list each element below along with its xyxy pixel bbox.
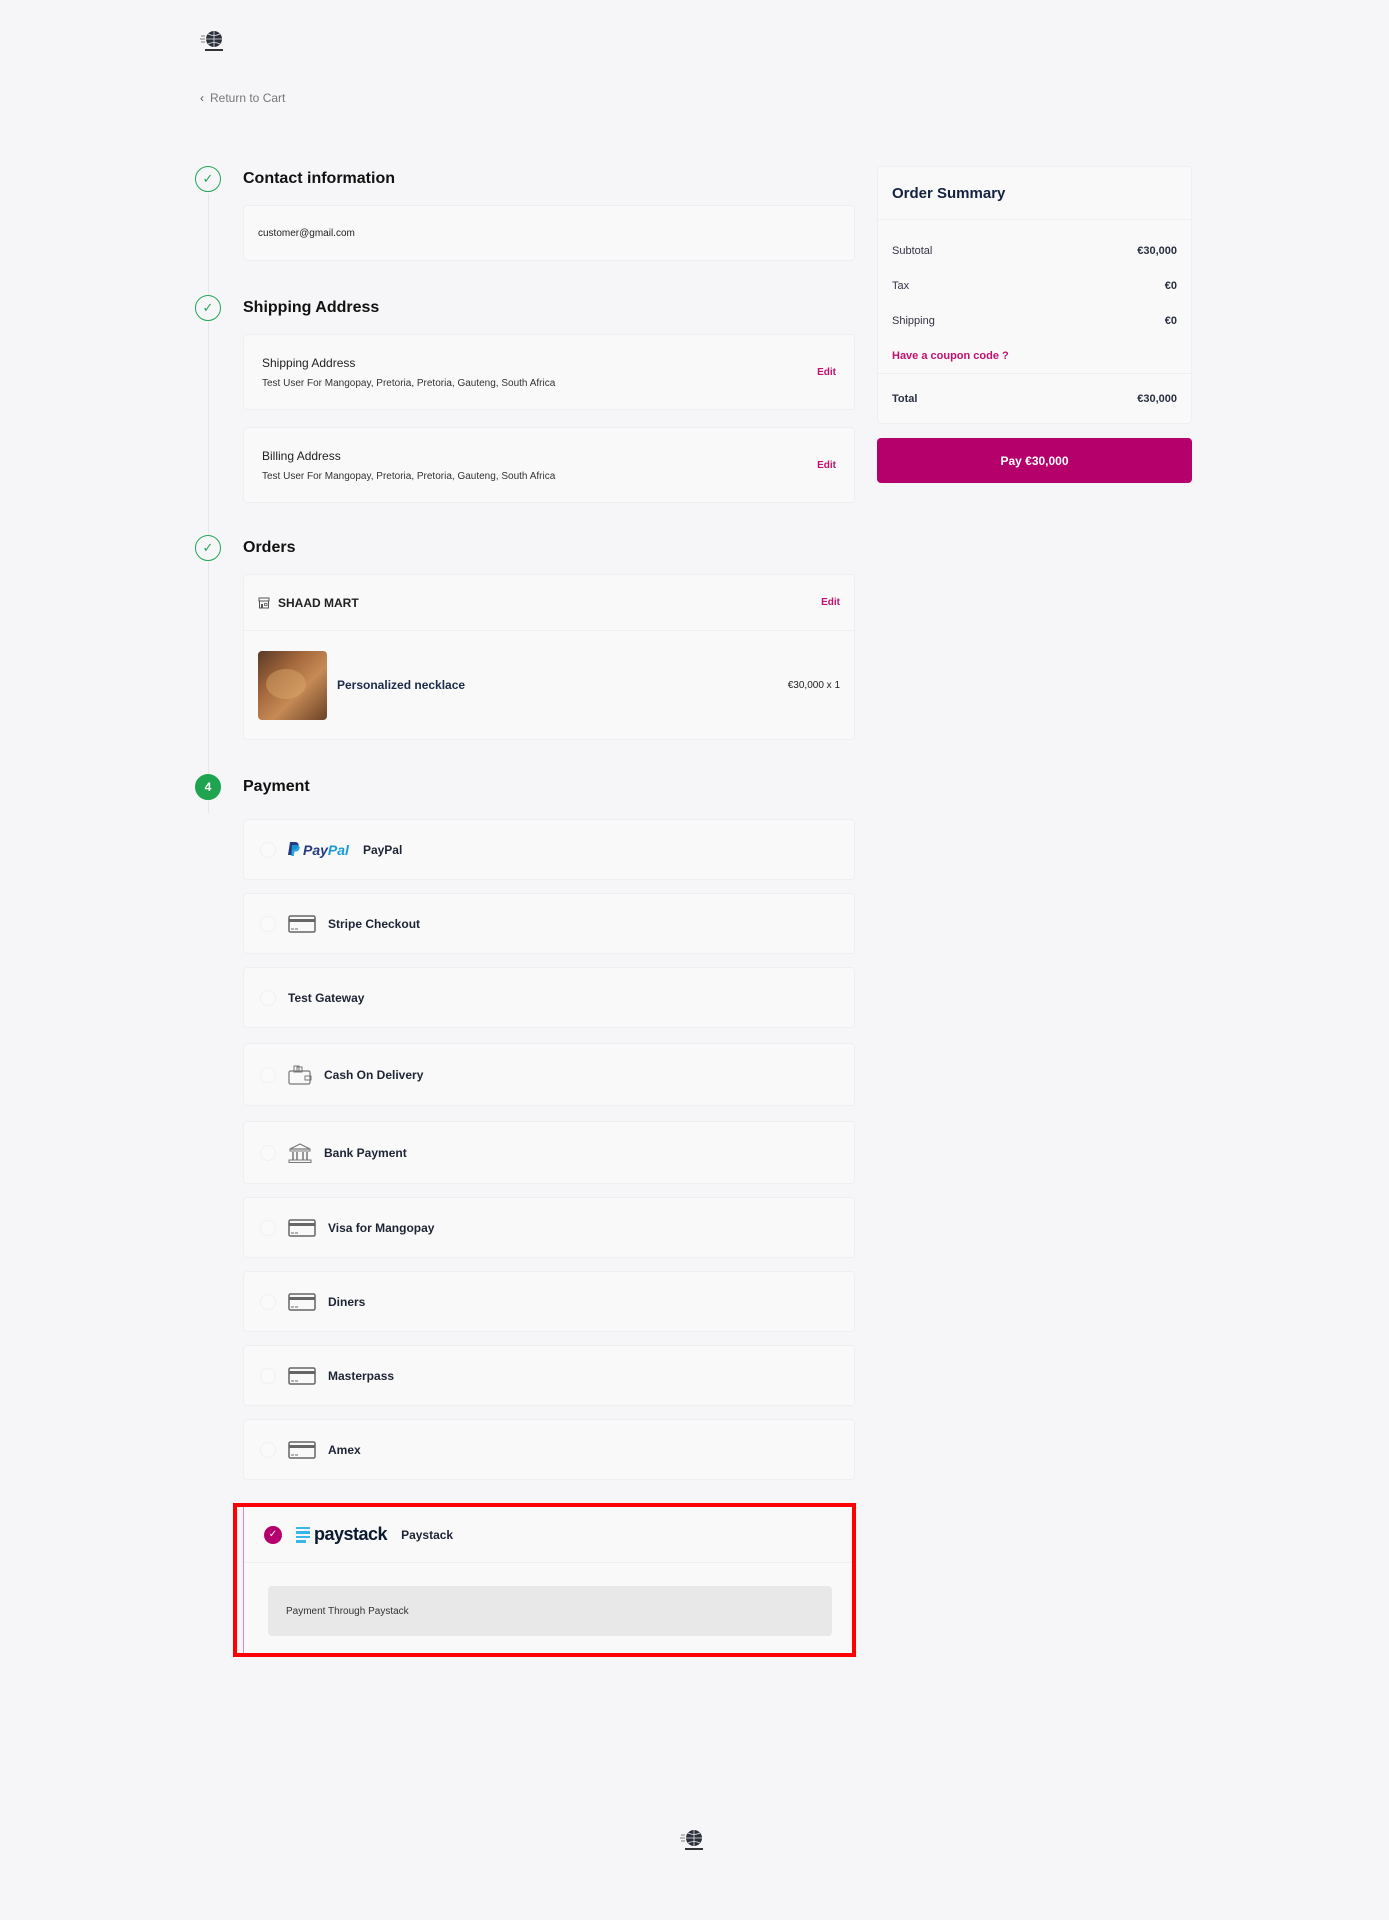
payment-method-masterpass[interactable]: Masterpass	[243, 1345, 855, 1406]
paypal-p-icon	[288, 842, 300, 856]
shipping-row: Shipping €0	[878, 303, 1191, 338]
shipping-address-value: Test User For Mangopay, Pretoria, Pretor…	[262, 377, 556, 389]
product-name[interactable]: Personalized necklace	[337, 678, 465, 692]
payment-method-label: PayPal	[362, 842, 403, 857]
edit-order-button[interactable]: Edit	[821, 597, 840, 608]
payment-method-cash-on-delivery[interactable]: Cash On Delivery	[243, 1043, 855, 1106]
check-circle-icon: ✓	[195, 166, 221, 192]
credit-card-icon	[288, 1440, 316, 1459]
tax-value: €0	[1164, 279, 1177, 292]
checkout-steps: ✓ Contact information customer@gmail.com…	[195, 165, 855, 1480]
payment-method-label: Cash On Delivery	[324, 1067, 424, 1082]
billing-address-card: Billing Address Test User For Mangopay, …	[243, 427, 855, 503]
payment-method-bank[interactable]: Bank Payment	[243, 1121, 855, 1184]
step-shipping: ✓ Shipping Address Shipping Address Test…	[195, 294, 855, 503]
payment-method-test-gateway[interactable]: Test Gateway	[243, 967, 855, 1028]
radio-button[interactable]	[260, 915, 276, 932]
step-payment: 4 Payment PayPal PayPal Stripe Checkout	[195, 773, 855, 1480]
paystack-logo: paystack	[296, 1524, 388, 1545]
radio-button[interactable]	[260, 1367, 276, 1384]
checked-radio-icon[interactable]: ✓	[264, 1525, 282, 1544]
radio-button[interactable]	[260, 1066, 276, 1083]
coupon-code-link[interactable]: Have a coupon code ?	[878, 338, 1191, 374]
payment-method-label: Visa for Mangopay	[328, 1220, 435, 1235]
pay-button[interactable]: Pay €30,000	[877, 438, 1192, 483]
paypal-logo-pal: Pal	[327, 841, 349, 858]
step-title-shipping: Shipping Address	[243, 299, 380, 316]
shipping-address-label: Shipping Address	[262, 355, 356, 370]
step-title-payment: Payment	[243, 778, 310, 795]
step-number-badge: 4	[195, 774, 221, 800]
wallet-icon	[288, 1065, 312, 1085]
edit-shipping-address-button[interactable]: Edit	[817, 367, 836, 378]
payment-method-visa-mangopay[interactable]: Visa for Mangopay	[243, 1197, 855, 1258]
order-item: Personalized necklace €30,000 x 1	[244, 631, 854, 739]
payment-method-paypal[interactable]: PayPal PayPal	[243, 819, 855, 880]
radio-button[interactable]	[260, 1144, 276, 1161]
tax-row: Tax €0	[878, 268, 1191, 303]
radio-button[interactable]	[260, 841, 276, 858]
subtotal-label: Subtotal	[892, 244, 933, 257]
total-label: Total	[892, 393, 918, 405]
product-price-quantity: €30,000 x 1	[787, 679, 840, 691]
check-circle-icon: ✓	[195, 535, 221, 561]
step-contact: ✓ Contact information customer@gmail.com	[195, 165, 855, 261]
shipping-label: Shipping	[892, 314, 935, 327]
shipping-address-card: Shipping Address Test User For Mangopay,…	[243, 334, 855, 410]
payment-method-label: Paystack	[401, 1527, 454, 1542]
radio-button[interactable]	[260, 989, 276, 1006]
credit-card-icon	[288, 914, 316, 933]
product-image	[258, 650, 327, 720]
subtotal-value: €30,000	[1137, 244, 1177, 257]
step-orders: ✓ Orders SHAAD MART Edit Personalized ne…	[195, 534, 855, 740]
total-value: €30,000	[1137, 393, 1177, 405]
paystack-bars-icon	[296, 1526, 310, 1543]
store-icon	[258, 597, 270, 608]
payment-method-label: Test Gateway	[288, 990, 365, 1005]
footer-brand-logo[interactable]	[680, 1827, 706, 1853]
contact-email: customer@gmail.com	[258, 227, 355, 239]
billing-address-value: Test User For Mangopay, Pretoria, Pretor…	[262, 470, 556, 482]
payment-method-label: Amex	[328, 1442, 361, 1457]
store-name: SHAAD MART	[278, 595, 359, 610]
credit-card-icon	[288, 1292, 316, 1311]
return-to-cart-label: Return to Cart	[210, 91, 286, 105]
credit-card-icon	[288, 1218, 316, 1237]
payment-method-stripe[interactable]: Stripe Checkout	[243, 893, 855, 954]
billing-address-label: Billing Address	[262, 448, 341, 463]
chevron-left-icon: ‹	[200, 91, 204, 105]
return-to-cart-link[interactable]: ‹ Return to Cart	[200, 91, 285, 105]
tax-label: Tax	[892, 279, 910, 292]
orders-card: SHAAD MART Edit Personalized necklace €3…	[243, 574, 855, 740]
payment-method-diners[interactable]: Diners	[243, 1271, 855, 1332]
radio-button[interactable]	[260, 1293, 276, 1310]
shipping-value: €0	[1164, 314, 1177, 327]
contact-card: customer@gmail.com	[243, 205, 855, 261]
payment-method-label: Stripe Checkout	[328, 916, 421, 931]
payment-method-label: Bank Payment	[324, 1145, 407, 1160]
check-circle-icon: ✓	[195, 295, 221, 321]
total-row: Total €30,000	[878, 374, 1191, 424]
order-summary-title: Order Summary	[878, 167, 1191, 220]
payment-method-label: Masterpass	[328, 1368, 395, 1383]
edit-billing-address-button[interactable]: Edit	[817, 460, 836, 471]
paypal-logo: PayPal	[288, 842, 349, 858]
payment-method-paystack[interactable]: ✓ paystack Paystack Payment Through Pays…	[243, 1507, 852, 1653]
step-title-orders: Orders	[243, 539, 296, 556]
radio-button[interactable]	[260, 1441, 276, 1458]
brand-logo[interactable]	[200, 28, 226, 54]
payment-description: Payment Through Paystack	[268, 1586, 832, 1636]
credit-card-icon	[288, 1366, 316, 1385]
paystack-logo-text: paystack	[314, 1524, 388, 1544]
step-title-contact: Contact information	[243, 170, 395, 187]
subtotal-row: Subtotal €30,000	[878, 233, 1191, 268]
payment-method-paystack-highlight: ✓ paystack Paystack Payment Through Pays…	[233, 1503, 856, 1657]
payment-method-amex[interactable]: Amex	[243, 1419, 855, 1480]
radio-button[interactable]	[260, 1219, 276, 1236]
paypal-logo-pay: Pay	[303, 841, 328, 858]
payment-method-label: Diners	[328, 1294, 366, 1309]
bank-icon	[288, 1142, 312, 1163]
order-summary: Order Summary Subtotal €30,000 Tax €0 Sh…	[877, 166, 1192, 424]
